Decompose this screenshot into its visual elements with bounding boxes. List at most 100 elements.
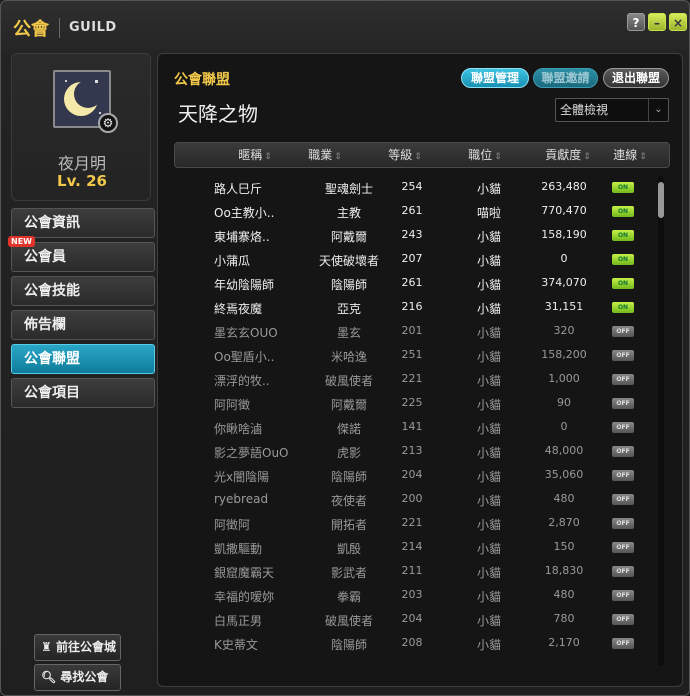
nav-label: 公會項目 [24,385,80,401]
online-status-badge: OFF [612,398,634,409]
member-job: 夜使者 [330,494,367,508]
view-filter-select[interactable]: 全體檢視 ⌄ [555,98,669,122]
find-guild-button[interactable]: 🔍︎ 尋找公會 [34,664,121,691]
online-status-badge: OFF [612,518,634,529]
nav-guild-alliance[interactable]: 公會聯盟 [11,344,155,374]
online-status-badge: ON [612,182,634,193]
table-row[interactable]: 你瞅啥滷 傑諾 141 小貓 0 OFF [174,416,664,440]
member-name: 光x闇陰陽 [214,470,270,484]
table-row[interactable]: 凱撒驅動 凱殷 214 小貓 150 OFF [174,536,664,560]
table-row[interactable]: 路人巳斤 聖魂劍士 254 小貓 263,480 ON [174,176,664,200]
member-level: 213 [401,444,423,457]
col-header-contribution[interactable]: 貢獻度 ⇕ [533,143,603,167]
table-row[interactable]: 墨玄玄OUO 墨玄 201 小貓 320 OFF [174,320,664,344]
leave-alliance-button[interactable]: 退出聯盟 [603,68,669,88]
title-bar[interactable]: 公會 GUILD ? – × [1,1,689,53]
online-status-badge: OFF [612,614,634,625]
nav-label: 公會聯盟 [24,351,80,367]
member-level: 201 [401,324,423,337]
member-position: 小貓 [476,614,501,628]
member-contribution: 263,480 [541,180,587,193]
table-row[interactable]: 阿徵阿 開拓者 221 小貓 2,870 OFF [174,512,664,536]
sort-icon: ⇕ [494,152,502,162]
member-level: 251 [401,348,423,361]
member-job: 破風使者 [324,614,373,628]
member-position: 小貓 [476,374,501,388]
minimize-button[interactable]: – [648,13,666,31]
table-row[interactable]: 影之夢語OuO 虎影 213 小貓 48,000 OFF [174,440,664,464]
member-contribution: 770,470 [541,204,587,217]
member-name: 小蒲瓜 [214,254,251,268]
member-name: 凱撒驅動 [214,542,263,556]
guild-name: 夜月明 [57,154,106,173]
table-row[interactable]: ryebread 夜使者 200 小貓 480 OFF [174,488,664,512]
member-job: 影武者 [330,566,367,580]
online-status-badge: OFF [612,638,634,649]
guild-level: Lv. 26 [57,172,107,190]
gear-icon[interactable]: ⚙ [98,113,118,133]
close-button[interactable]: × [669,13,687,31]
member-level: 221 [401,372,423,385]
member-level: 254 [401,180,423,193]
member-job: 凱殷 [336,542,361,556]
title-separator [59,18,60,38]
member-job: 阿戴爾 [330,230,367,244]
sort-icon: ⇕ [639,152,647,162]
nav-guild-items[interactable]: 公會項目 [11,378,155,408]
alliance-manage-button[interactable]: 聯盟管理 [461,68,529,88]
table-row[interactable]: Oo聖盾小.. 米哈逸 251 小貓 158,200 OFF [174,344,664,368]
col-header-position[interactable]: 職位 ⇕ [455,143,515,167]
online-status-badge: ON [612,302,634,313]
member-level: 208 [401,636,423,649]
member-name: 漂浮的牧.. [214,374,270,388]
go-guild-castle-button[interactable]: ♜ 前往公會城 [34,634,121,661]
member-position: 小貓 [476,638,501,652]
member-position: 小貓 [476,230,501,244]
member-contribution: 0 [560,252,568,265]
nav-guild-info[interactable]: 公會資訊 [11,208,155,238]
table-row[interactable]: 終焉夜魔 亞克 216 小貓 31,151 ON [174,296,664,320]
member-level: 203 [401,588,423,601]
col-header-nickname[interactable]: 暱稱 ⇕ [225,143,285,167]
table-row[interactable]: Oo主教小.. 主教 261 喵啦 770,470 ON [174,200,664,224]
table-row[interactable]: 幸福的嗳妳 拳霸 203 小貓 480 OFF [174,584,664,608]
col-header-job[interactable]: 職業 ⇕ [295,143,355,167]
nav-guild-members[interactable]: NEW 公會員 [8,236,155,272]
member-position: 小貓 [476,254,501,268]
col-header-online[interactable]: 連線 ⇕ [605,143,655,167]
online-status-badge: OFF [612,326,634,337]
member-level: 225 [401,396,423,409]
scrollbar-thumb[interactable] [658,182,664,218]
table-row[interactable]: 年幼陰陽師 陰陽師 261 小貓 374,070 ON [174,272,664,296]
help-button[interactable]: ? [627,13,645,31]
table-row[interactable]: 小蒲瓜 天使破壞者 207 小貓 0 ON [174,248,664,272]
online-status-badge: OFF [612,590,634,601]
scrollbar[interactable] [658,176,664,666]
member-name: 東埔寨烙.. [214,230,270,244]
table-row[interactable]: K史蒂文 陰陽師 208 小貓 2,170 OFF [174,632,664,656]
nav-label: 公會資訊 [24,215,80,231]
col-header-level[interactable]: 等級 ⇕ [375,143,435,167]
member-level: 214 [401,540,423,553]
table-row[interactable]: 光x闇陰陽 陰陽師 204 小貓 35,060 OFF [174,464,664,488]
member-contribution: 480 [553,588,575,601]
table-row[interactable]: 銀窟魔霸天 影武者 211 小貓 18,830 OFF [174,560,664,584]
nav-guild-skills[interactable]: 公會技能 [11,276,155,306]
member-contribution: 90 [557,396,571,409]
member-level: 204 [401,612,423,625]
member-job: 陰陽師 [330,278,367,292]
member-job: 亞克 [336,302,361,316]
table-row[interactable]: 白馬正男 破風使者 204 小貓 780 OFF [174,608,664,632]
table-row[interactable]: 東埔寨烙.. 阿戴爾 243 小貓 158,190 ON [174,224,664,248]
table-row[interactable]: 漂浮的牧.. 破風使者 221 小貓 1,000 OFF [174,368,664,392]
window-title-cn: 公會 [13,19,49,40]
member-level: 207 [401,252,423,265]
alliance-invite-button[interactable]: 聯盟邀請 [533,68,598,88]
nav-bulletin-board[interactable]: 佈告欄 [11,310,155,340]
member-level: 243 [401,228,423,241]
online-status-badge: ON [612,254,634,265]
online-status-badge: OFF [612,542,634,553]
table-row[interactable]: 阿阿徵 阿戴爾 225 小貓 90 OFF [174,392,664,416]
button-label: 尋找公會 [60,670,109,684]
member-level: 211 [401,564,423,577]
